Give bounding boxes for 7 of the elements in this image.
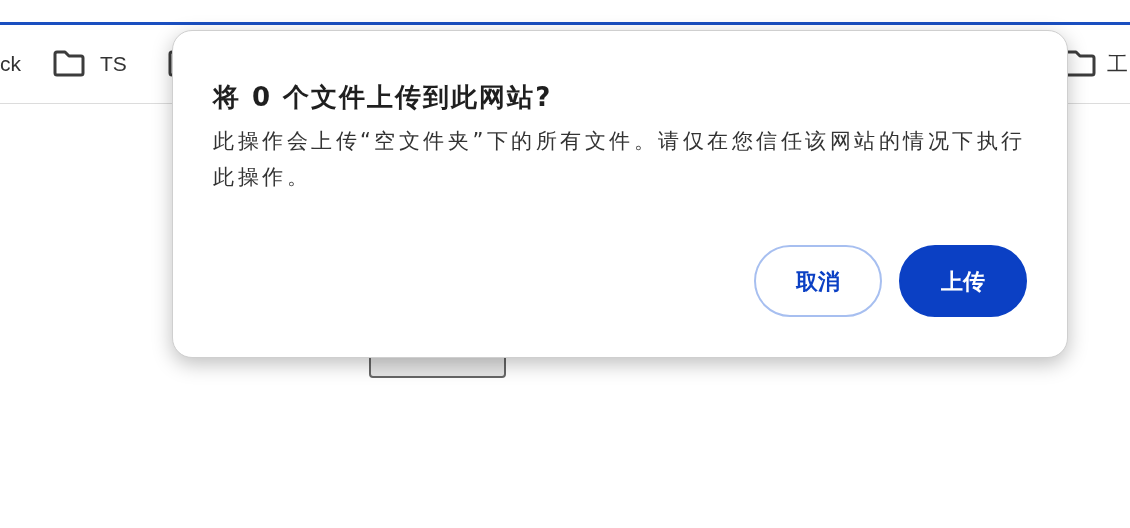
dialog-title: 将 0 个文件上传到此网站? [213, 81, 554, 114]
dialog-message: 此操作会上传“空文件夹”下的所有文件。请仅在您信任该网站的情况下执行此操作。 [213, 128, 1027, 191]
bookmark-label[interactable]: 工 [1107, 49, 1128, 79]
cancel-button[interactable]: 取消 [754, 245, 882, 317]
bookmark-label[interactable]: ck [0, 49, 21, 79]
bookmark-label[interactable]: TS [100, 49, 127, 79]
upload-button[interactable]: 上传 [899, 245, 1027, 317]
